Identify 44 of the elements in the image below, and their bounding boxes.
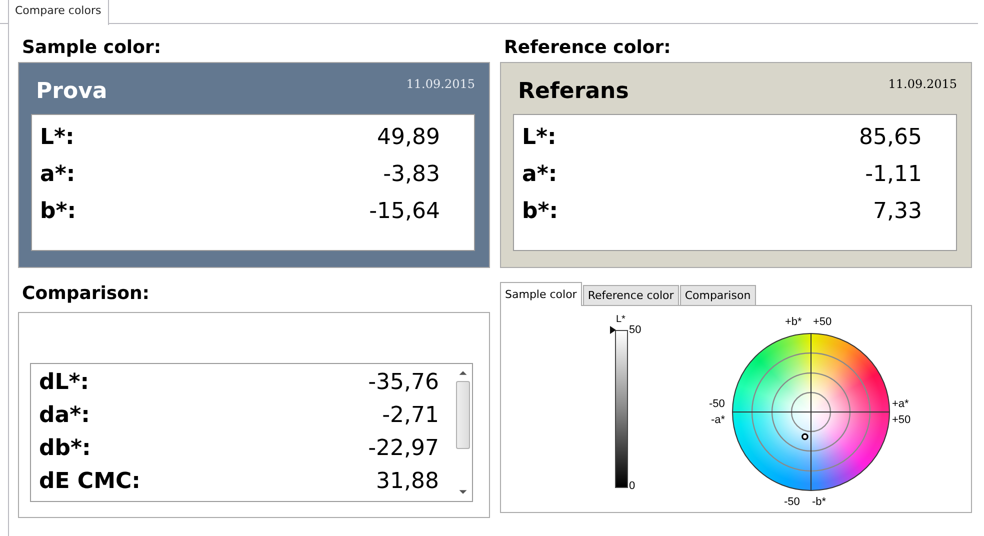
value-number: 31,88 — [375, 469, 439, 494]
value-label: a*: — [522, 162, 558, 187]
value-number: -2,71 — [381, 403, 439, 428]
axis-label: 50 — [629, 324, 642, 336]
value-label: L*: — [522, 125, 558, 150]
value-label: dE CMC: — [39, 469, 142, 494]
date-label: 11.09.2015 — [406, 77, 475, 91]
date-label: 11.09.2015 — [888, 77, 957, 91]
value-number: -3,83 — [382, 162, 440, 187]
value-label: da*: — [39, 403, 91, 428]
value-number: 85,65 — [858, 125, 922, 150]
value-label: b*: — [522, 199, 560, 224]
value-number: -22,97 — [367, 436, 439, 461]
axis-label: L* — [616, 314, 626, 325]
axis-label: +50 — [892, 414, 911, 426]
axis-label: +50 — [813, 316, 832, 328]
section-heading: Comparison: — [21, 282, 151, 306]
axis-label: +a* — [892, 398, 909, 410]
color-name: Referans — [518, 79, 629, 104]
value-label: b*: — [40, 199, 78, 224]
color-name: Prova — [36, 79, 108, 104]
value-number: -15,64 — [368, 199, 440, 224]
sample-point-marker — [802, 433, 808, 440]
tab[interactable]: Compare colors — [8, 0, 110, 25]
axis-label: -a* — [711, 414, 726, 426]
axis-label: -50 — [709, 398, 725, 410]
value-number: -35,76 — [367, 370, 439, 395]
section-heading: Sample color: — [21, 36, 162, 60]
value-label: L*: — [40, 125, 76, 150]
axis-label: +b* — [785, 316, 802, 328]
value-number: 49,89 — [376, 125, 440, 150]
value-label: a*: — [40, 162, 76, 187]
scroll-thumb[interactable] — [456, 381, 470, 449]
section-heading: Reference color: — [503, 36, 672, 60]
value-number: 7,33 — [872, 199, 922, 224]
value-label: dL*: — [39, 370, 90, 395]
tab[interactable]: Sample color — [500, 282, 582, 306]
value-label: db*: — [39, 436, 92, 461]
axis-label: 0 — [629, 480, 636, 492]
value-number: -1,11 — [864, 162, 922, 187]
axis-label: -50 — [784, 496, 800, 508]
axis-label: -b* — [812, 496, 826, 508]
tab[interactable]: Comparison — [680, 285, 756, 305]
tab[interactable]: Reference color — [582, 285, 679, 305]
